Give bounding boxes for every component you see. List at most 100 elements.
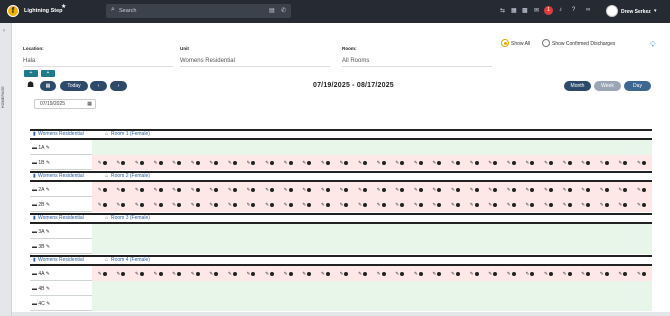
edit-icon[interactable]: ✎ — [544, 202, 548, 207]
info-icon[interactable] — [586, 187, 591, 192]
edit-icon[interactable]: ✎ — [302, 202, 306, 207]
show-all-radio[interactable] — [501, 39, 509, 47]
info-icon[interactable] — [121, 202, 126, 207]
info-icon[interactable] — [363, 202, 368, 207]
edit-icon[interactable]: ✎ — [321, 271, 325, 276]
day-cell[interactable]: ✎ — [223, 159, 242, 166]
edit-icon[interactable]: ✎ — [191, 271, 195, 276]
day-cell[interactable]: ✎ — [521, 186, 540, 193]
edit-icon[interactable]: ✎ — [414, 160, 418, 165]
edit-icon[interactable]: ✎ — [340, 271, 344, 276]
edit-icon[interactable]: ✎ — [284, 202, 288, 207]
edit-icon[interactable]: ✎ — [395, 187, 399, 192]
day-cell[interactable]: ✎ — [260, 159, 279, 166]
edit-icon[interactable]: ✎ — [340, 160, 344, 165]
day-cell[interactable]: ✎ — [242, 201, 261, 208]
edit-icon[interactable]: ✎ — [302, 187, 306, 192]
info-icon[interactable] — [530, 202, 535, 207]
day-cell[interactable]: ✎ — [391, 201, 410, 208]
unit-select[interactable]: Womens Residential — [180, 58, 330, 67]
day-cell[interactable]: ✎ — [298, 159, 317, 166]
edit-icon[interactable]: ✎ — [581, 271, 585, 276]
edit-icon[interactable]: ✎ — [154, 187, 158, 192]
info-icon[interactable] — [158, 202, 163, 207]
edit-icon[interactable]: ✎ — [414, 187, 418, 192]
edit-icon[interactable]: ✎ — [470, 271, 474, 276]
day-cell[interactable]: ✎ — [614, 159, 633, 166]
info-icon[interactable] — [586, 202, 591, 207]
info-icon[interactable] — [195, 160, 200, 165]
edit-icon[interactable]: ✎ — [433, 271, 437, 276]
id-card-icon[interactable]: ▤ — [269, 7, 275, 14]
day-cell[interactable]: ✎ — [483, 201, 502, 208]
day-cell[interactable]: ✎ — [149, 201, 168, 208]
info-icon[interactable] — [288, 187, 293, 192]
info-icon[interactable] — [270, 160, 275, 165]
day-cell[interactable]: ✎ — [539, 270, 558, 277]
day-cell[interactable]: ✎ — [614, 270, 633, 277]
bed-label[interactable]: ▬ 4C ✎ — [32, 301, 50, 307]
day-cell[interactable]: ✎ — [391, 159, 410, 166]
edit-icon[interactable]: ✎ — [45, 160, 50, 166]
calendar-picker-button[interactable]: ▦ — [40, 81, 56, 91]
info-icon[interactable] — [437, 187, 442, 192]
user-name[interactable]: Drew Serkez — [621, 9, 651, 15]
info-icon[interactable] — [567, 187, 572, 192]
info-icon[interactable] — [548, 160, 553, 165]
edit-icon[interactable]: ✎ — [321, 202, 325, 207]
day-cell[interactable]: ✎ — [558, 159, 577, 166]
info-icon[interactable] — [288, 202, 293, 207]
day-cell[interactable]: ✎ — [446, 270, 465, 277]
unit-name-link[interactable]: Womens Residential — [38, 173, 84, 179]
next-button[interactable]: › — [110, 81, 127, 91]
edit-icon[interactable]: ✎ — [526, 187, 530, 192]
edit-icon[interactable]: ✎ — [414, 202, 418, 207]
unit-name-link[interactable]: Womens Residential — [38, 257, 84, 263]
edit-icon[interactable]: ✎ — [116, 271, 120, 276]
chat-icon[interactable]: ✉ — [534, 7, 539, 14]
info-icon[interactable] — [325, 187, 330, 192]
info-icon[interactable] — [604, 187, 609, 192]
edit-icon[interactable]: ✎ — [172, 202, 176, 207]
day-cell[interactable]: ✎ — [391, 270, 410, 277]
info-icon[interactable] — [511, 202, 516, 207]
edit-icon[interactable]: ✎ — [45, 202, 50, 208]
day-cell[interactable]: ✎ — [260, 201, 279, 208]
link-icon[interactable]: ∞ — [586, 7, 590, 13]
info-icon[interactable] — [548, 271, 553, 276]
edit-icon[interactable]: ✎ — [581, 160, 585, 165]
day-cell[interactable]: ✎ — [521, 201, 540, 208]
day-view-button[interactable]: Day — [624, 81, 651, 91]
day-cell[interactable]: ✎ — [130, 270, 149, 277]
edit-icon[interactable]: ✎ — [563, 202, 567, 207]
info-icon[interactable] — [456, 187, 460, 192]
day-cell[interactable]: ✎ — [167, 159, 186, 166]
notification-count-badge[interactable]: 1 — [544, 6, 553, 15]
info-icon[interactable] — [474, 202, 479, 207]
info-icon[interactable] — [381, 202, 386, 207]
global-search-box[interactable]: ⌕ Search ▤ ✆ — [106, 4, 291, 18]
info-icon[interactable] — [270, 271, 275, 276]
info-icon[interactable] — [325, 271, 330, 276]
day-cell[interactable]: ✎ — [595, 186, 614, 193]
day-cell[interactable]: ✎ — [372, 270, 391, 277]
info-icon[interactable] — [400, 271, 405, 276]
edit-icon[interactable]: ✎ — [228, 202, 232, 207]
favorite-star-icon[interactable]: ★ — [61, 3, 66, 10]
day-cell[interactable]: ✎ — [298, 270, 317, 277]
available-range[interactable] — [92, 239, 652, 254]
info-icon[interactable] — [511, 187, 516, 192]
info-icon[interactable] — [418, 160, 423, 165]
info-icon[interactable] — [493, 271, 498, 276]
day-cell[interactable]: ✎ — [558, 201, 577, 208]
info-icon[interactable] — [381, 160, 386, 165]
edit-icon[interactable]: ✎ — [526, 160, 530, 165]
edit-icon[interactable]: ✎ — [247, 160, 251, 165]
edit-icon[interactable]: ✎ — [228, 271, 232, 276]
edit-icon[interactable]: ✎ — [228, 187, 232, 192]
edit-icon[interactable]: ✎ — [637, 271, 641, 276]
info-icon[interactable] — [344, 160, 349, 165]
add-button-1[interactable]: + — [24, 70, 38, 77]
edit-icon[interactable]: ✎ — [135, 160, 139, 165]
edit-icon[interactable]: ✎ — [451, 202, 455, 207]
